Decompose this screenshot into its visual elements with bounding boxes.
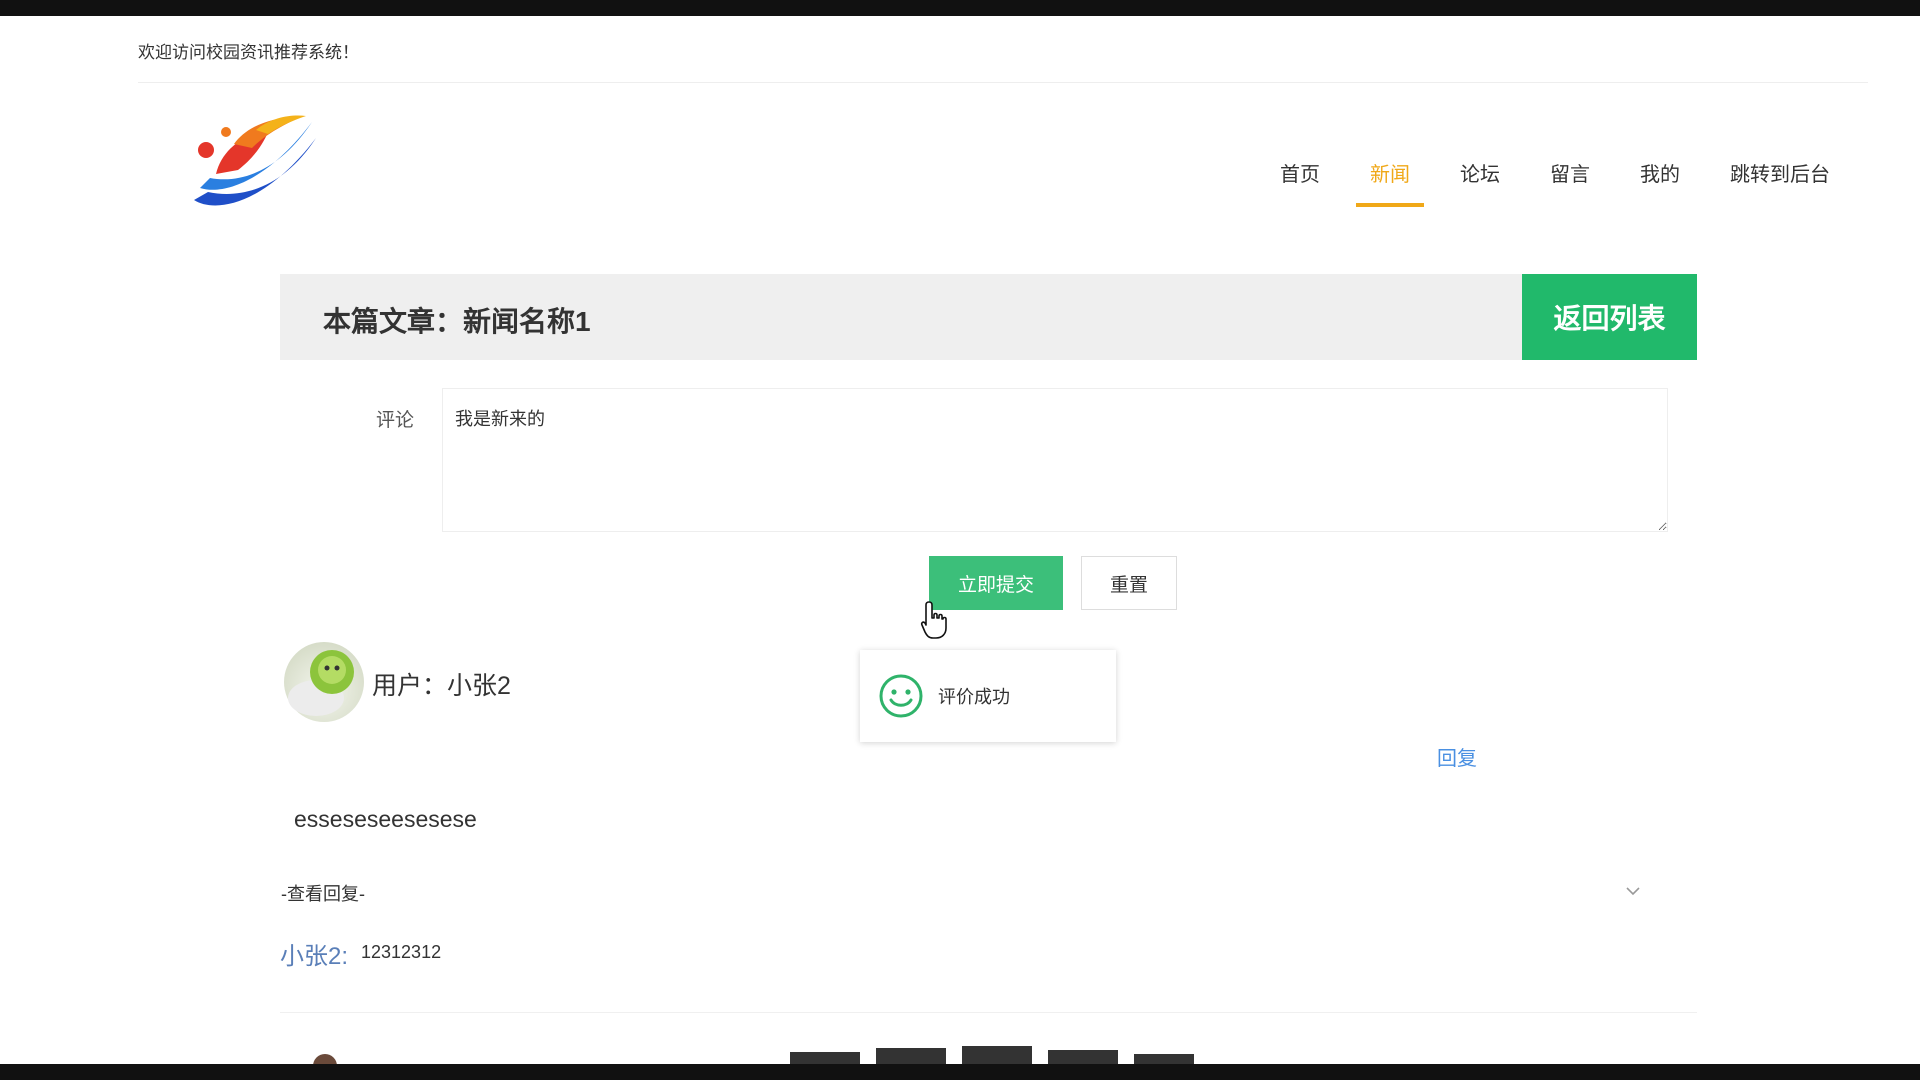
user-avatar bbox=[284, 642, 364, 722]
submit-button[interactable]: 立即提交 bbox=[929, 556, 1063, 610]
reset-button[interactable]: 重置 bbox=[1081, 556, 1177, 610]
comment-textarea[interactable] bbox=[442, 388, 1668, 532]
back-to-list-button[interactable]: 返回列表 bbox=[1522, 274, 1697, 360]
comment-user-label: 用户：小张2 bbox=[372, 672, 511, 700]
next-heading-partial bbox=[790, 1046, 1194, 1066]
toast-message: 评价成功 bbox=[938, 687, 1010, 707]
nav-item-news[interactable]: 新闻 bbox=[1356, 154, 1424, 207]
welcome-text: 欢迎访问校园资讯推荐系统！ bbox=[138, 43, 359, 62]
chevron-down-icon[interactable] bbox=[1624, 884, 1642, 898]
article-title: 本篇文章：新闻名称1 bbox=[323, 306, 591, 337]
smile-icon bbox=[879, 674, 923, 718]
top-frame-bar bbox=[0, 0, 1920, 16]
view-replies-toggle[interactable]: -查看回复- bbox=[281, 880, 365, 906]
hand-cursor-icon bbox=[920, 601, 947, 639]
nav-item-admin[interactable]: 跳转到后台 bbox=[1730, 154, 1830, 207]
comment-divider bbox=[280, 1012, 1697, 1013]
main-nav: 首页 新闻 论坛 留言 我的 跳转到后台 bbox=[1230, 154, 1830, 207]
header-divider bbox=[138, 82, 1868, 83]
reply-text: 12312312 bbox=[361, 942, 442, 962]
comment-content: esseseseesesese bbox=[294, 806, 477, 832]
nav-item-mine[interactable]: 我的 bbox=[1640, 154, 1680, 207]
comment-label: 评论 bbox=[376, 410, 415, 431]
nav-item-messages[interactable]: 留言 bbox=[1550, 154, 1590, 207]
nav-item-forum[interactable]: 论坛 bbox=[1460, 154, 1500, 207]
bottom-frame-bar bbox=[0, 1064, 1920, 1080]
site-logo[interactable] bbox=[186, 104, 326, 214]
nav-item-home[interactable]: 首页 bbox=[1280, 154, 1320, 207]
success-toast: 评价成功 bbox=[860, 650, 1116, 742]
reply-user: 小张2: bbox=[280, 943, 349, 970]
reply-link[interactable]: 回复 bbox=[1437, 742, 1477, 771]
